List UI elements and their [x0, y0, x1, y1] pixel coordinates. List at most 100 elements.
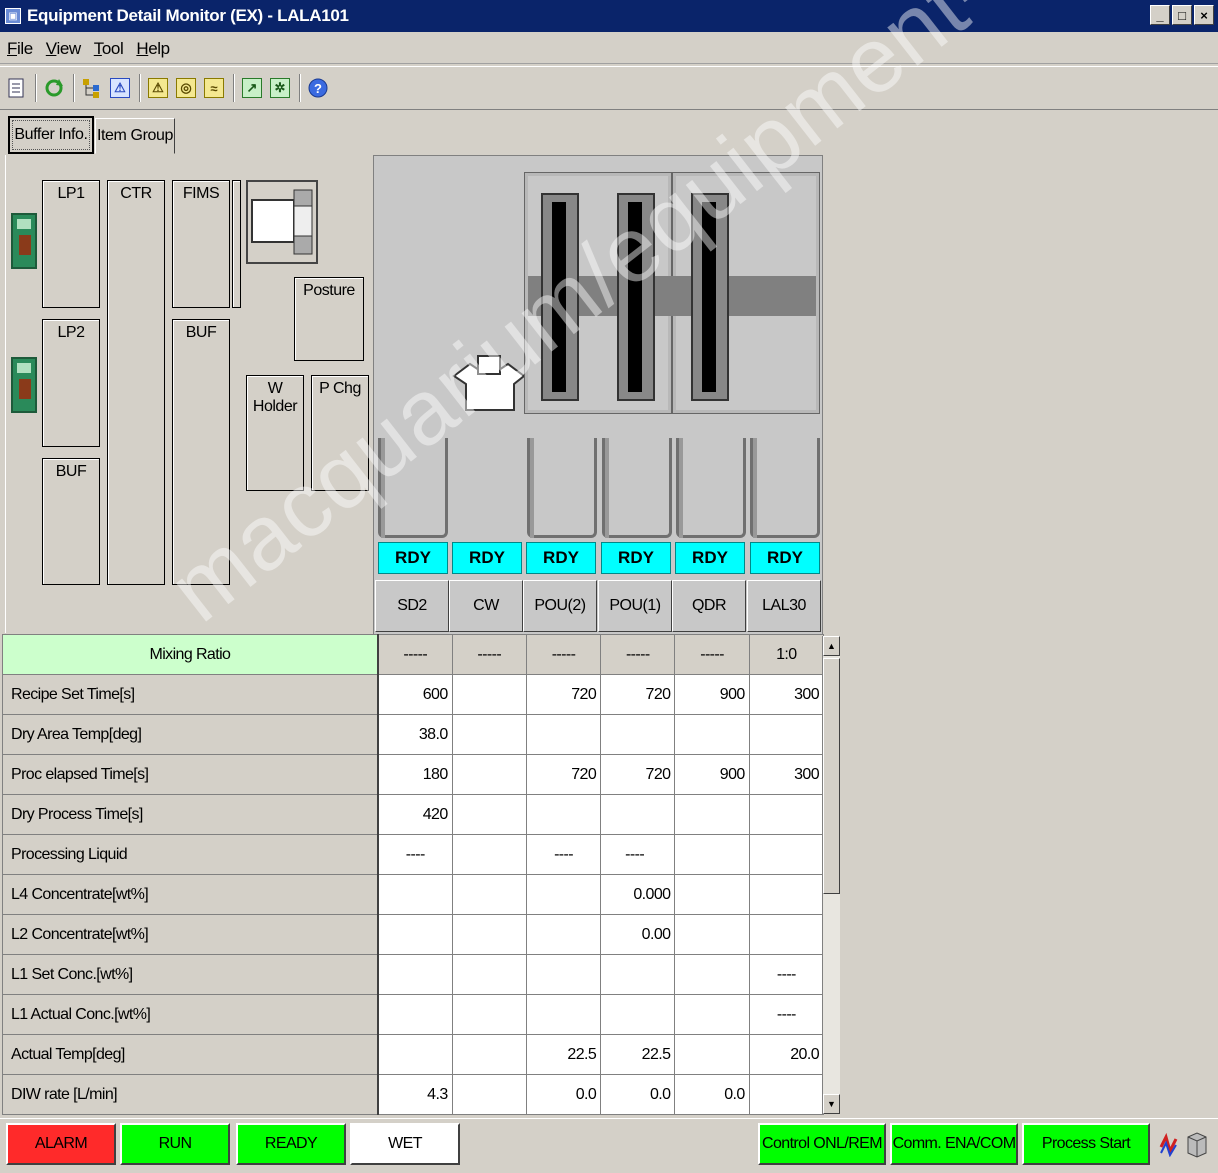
- vertical-scrollbar[interactable]: ▲ ▼: [822, 636, 840, 1114]
- buffer-p-chg[interactable]: P Chg: [311, 375, 369, 491]
- scroll-down-icon[interactable]: ▼: [823, 1094, 840, 1114]
- table-cell[interactable]: [451, 794, 527, 835]
- table-cell[interactable]: ----: [748, 994, 825, 1035]
- tab-buffer-info[interactable]: Buffer Info.: [8, 116, 94, 154]
- table-cell[interactable]: [600, 954, 676, 995]
- table-cell[interactable]: [600, 994, 676, 1035]
- table-cell[interactable]: [377, 874, 453, 915]
- database-icon[interactable]: [1186, 1131, 1208, 1164]
- table-cell[interactable]: [525, 714, 602, 755]
- buffer-w-holder[interactable]: W Holder: [246, 375, 304, 491]
- app-icon[interactable]: ▣: [5, 8, 21, 24]
- table-cell[interactable]: 22.5: [525, 1034, 602, 1075]
- comm-indicator[interactable]: Comm. ENA/COM: [890, 1123, 1018, 1165]
- run-indicator[interactable]: RUN: [120, 1123, 230, 1165]
- table-cell[interactable]: [674, 874, 750, 915]
- table-cell[interactable]: [451, 1074, 527, 1115]
- table-cell[interactable]: 900: [674, 674, 750, 715]
- settings-icon[interactable]: ✲: [268, 75, 292, 101]
- table-cell[interactable]: 22.5: [600, 1034, 676, 1075]
- table-cell[interactable]: 4.3: [377, 1074, 453, 1115]
- help-icon[interactable]: ?: [306, 75, 330, 101]
- table-cell[interactable]: [451, 914, 527, 955]
- export-icon[interactable]: ↗: [240, 75, 264, 101]
- table-cell[interactable]: ----: [525, 834, 602, 875]
- table-cell[interactable]: 0.0: [525, 1074, 602, 1115]
- buffer-buf-right[interactable]: BUF: [172, 319, 230, 585]
- table-cell[interactable]: [525, 954, 602, 995]
- scroll-up-icon[interactable]: ▲: [823, 636, 840, 656]
- table-cell[interactable]: 720: [600, 674, 676, 715]
- menu-tool[interactable]: Tool: [94, 39, 124, 59]
- carrier-icon[interactable]: [11, 357, 37, 413]
- table-cell[interactable]: [525, 994, 602, 1035]
- table-cell[interactable]: -----: [451, 634, 527, 675]
- table-cell[interactable]: 20.0: [748, 1034, 825, 1075]
- table-cell[interactable]: [674, 994, 750, 1035]
- table-cell[interactable]: ----: [377, 834, 453, 875]
- table-cell[interactable]: [600, 794, 676, 835]
- table-cell[interactable]: 0.00: [600, 914, 676, 955]
- unit-button-qdr[interactable]: QDR: [672, 580, 746, 632]
- table-cell[interactable]: ----: [600, 834, 676, 875]
- table-cell[interactable]: [748, 1074, 825, 1115]
- table-cell[interactable]: [674, 834, 750, 875]
- table-cell[interactable]: 600: [377, 674, 453, 715]
- wave-icon[interactable]: ≈: [202, 75, 226, 101]
- table-cell[interactable]: [525, 874, 602, 915]
- table-cell[interactable]: 0.0: [674, 1074, 750, 1115]
- table-cell[interactable]: [377, 994, 453, 1035]
- table-cell[interactable]: 38.0: [377, 714, 453, 755]
- table-cell[interactable]: [451, 1034, 527, 1075]
- alarm-indicator[interactable]: ALARM: [6, 1123, 116, 1165]
- table-cell[interactable]: [600, 714, 676, 755]
- buffer-lp1[interactable]: LP1: [42, 180, 100, 308]
- table-cell[interactable]: [748, 874, 825, 915]
- buffer-buf-left[interactable]: BUF: [42, 458, 100, 585]
- list-icon[interactable]: [4, 75, 28, 101]
- process-start-indicator[interactable]: Process Start: [1022, 1123, 1150, 1165]
- table-cell[interactable]: 1:0: [748, 634, 825, 675]
- table-cell[interactable]: 0.0: [600, 1074, 676, 1115]
- table-cell[interactable]: [674, 1034, 750, 1075]
- table-cell[interactable]: [377, 914, 453, 955]
- menu-help[interactable]: Help: [136, 39, 170, 59]
- menu-file[interactable]: File: [7, 39, 33, 59]
- table-cell[interactable]: 720: [600, 754, 676, 795]
- ready-indicator[interactable]: READY: [236, 1123, 346, 1165]
- close-button[interactable]: ×: [1194, 5, 1214, 25]
- control-indicator[interactable]: Control ONL/REM: [758, 1123, 886, 1165]
- table-cell[interactable]: [377, 954, 453, 995]
- table-cell[interactable]: [674, 794, 750, 835]
- scroll-thumb[interactable]: [823, 658, 840, 894]
- target-icon[interactable]: ◎: [174, 75, 198, 101]
- table-cell[interactable]: [451, 714, 527, 755]
- table-cell[interactable]: [525, 794, 602, 835]
- table-cell[interactable]: 420: [377, 794, 453, 835]
- table-cell[interactable]: [451, 834, 527, 875]
- table-cell[interactable]: 300: [748, 674, 825, 715]
- tree-icon[interactable]: [80, 75, 104, 101]
- carrier-icon[interactable]: [11, 213, 37, 269]
- table-cell[interactable]: [748, 714, 825, 755]
- table-cell[interactable]: [451, 994, 527, 1035]
- table-cell[interactable]: -----: [600, 634, 676, 675]
- unit-button-pou2[interactable]: POU(2): [523, 580, 597, 632]
- table-cell[interactable]: 720: [525, 754, 602, 795]
- table-cell[interactable]: [748, 794, 825, 835]
- table-cell[interactable]: [451, 674, 527, 715]
- table-cell[interactable]: [748, 914, 825, 955]
- table-cell[interactable]: [525, 914, 602, 955]
- table-cell[interactable]: [377, 1034, 453, 1075]
- table-cell[interactable]: [451, 754, 527, 795]
- table-cell[interactable]: 720: [525, 674, 602, 715]
- signal-icon[interactable]: [1158, 1132, 1180, 1162]
- buffer-lp2[interactable]: LP2: [42, 319, 100, 447]
- table-cell[interactable]: ----: [748, 954, 825, 995]
- table-cell[interactable]: [451, 954, 527, 995]
- menu-view[interactable]: View: [46, 39, 81, 59]
- table-cell[interactable]: 900: [674, 754, 750, 795]
- buffer-ctr[interactable]: CTR: [107, 180, 165, 585]
- unit-button-cw[interactable]: CW: [449, 580, 523, 632]
- maximize-button[interactable]: □: [1172, 5, 1192, 25]
